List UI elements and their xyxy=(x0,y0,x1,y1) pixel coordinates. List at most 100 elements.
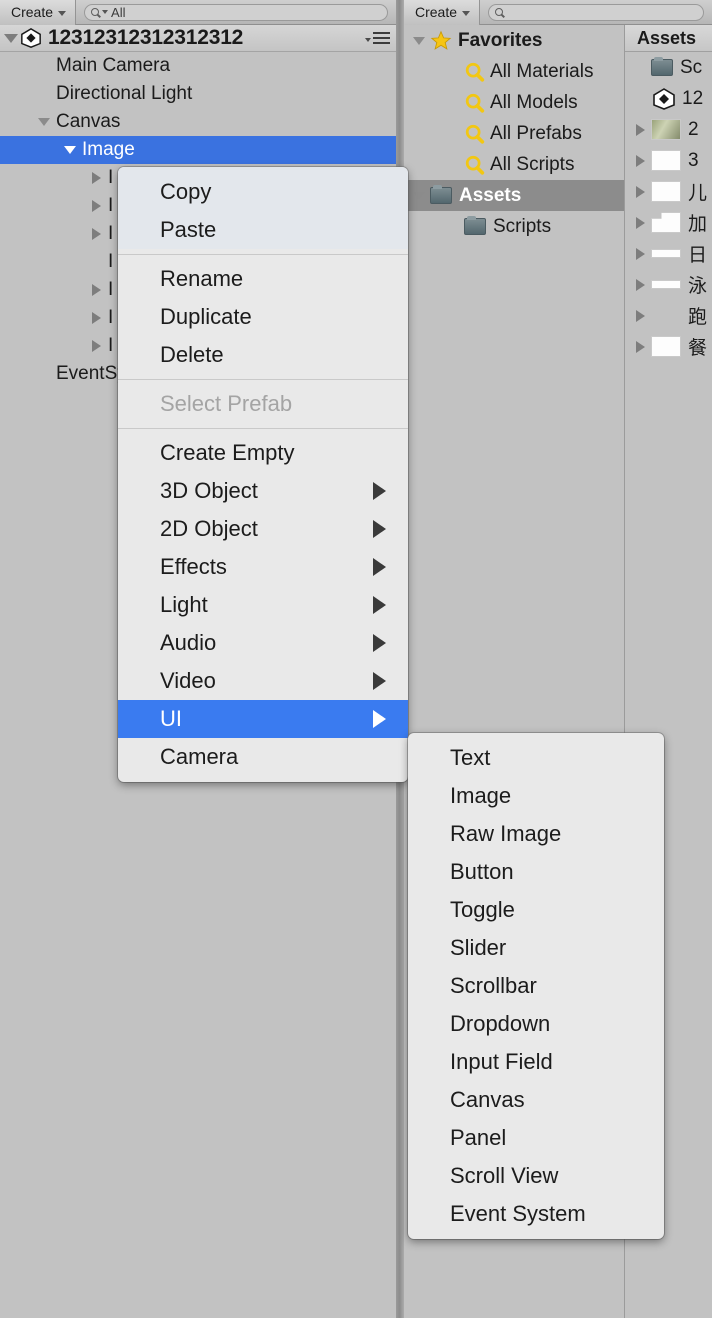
menu-item-label: 2D Object xyxy=(160,516,258,541)
asset-row[interactable]: 泳 xyxy=(625,269,712,300)
sprite-thumbnail-icon xyxy=(651,249,681,258)
ui-submenu-item-label: Dropdown xyxy=(450,1011,551,1036)
expand-triangle-right-icon[interactable] xyxy=(629,309,651,322)
expand-triangle-right-icon[interactable] xyxy=(84,284,108,296)
menu-item[interactable]: Create Empty xyxy=(118,434,408,472)
hierarchy-row-label: Main Camera xyxy=(56,55,171,76)
hierarchy-search-input[interactable]: All xyxy=(84,3,388,21)
hierarchy-row[interactable]: Canvas xyxy=(0,108,396,136)
scene-header-row[interactable]: 12312312312312312 xyxy=(0,25,396,52)
menu-item[interactable]: 2D Object xyxy=(118,510,408,548)
ui-submenu-item[interactable]: Slider xyxy=(408,929,664,967)
expand-triangle-right-icon[interactable] xyxy=(629,340,651,353)
project-tree-row[interactable]: Favorites xyxy=(404,25,624,56)
ui-submenu-item[interactable]: Scroll View xyxy=(408,1157,664,1195)
expand-triangle-right-icon[interactable] xyxy=(629,154,651,167)
menu-item[interactable]: Paste xyxy=(118,211,408,249)
asset-row-label: 泳 xyxy=(688,276,708,297)
asset-row[interactable]: 加 xyxy=(625,207,712,238)
search-icon xyxy=(91,8,100,16)
asset-row[interactable]: 日 xyxy=(625,238,712,269)
ui-submenu-item[interactable]: Button xyxy=(408,853,664,891)
expand-triangle-right-icon[interactable] xyxy=(84,172,108,184)
expand-triangle-down-icon[interactable] xyxy=(408,191,430,200)
menu-item[interactable]: Camera xyxy=(118,738,408,776)
ui-submenu-item[interactable]: Panel xyxy=(408,1119,664,1157)
sprite-thumbnail-icon xyxy=(651,150,681,171)
ui-submenu-item[interactable]: Event System xyxy=(408,1195,664,1233)
asset-row[interactable]: Sc xyxy=(625,52,712,83)
ui-submenu-item[interactable]: Toggle xyxy=(408,891,664,929)
submenu-arrow-icon xyxy=(373,520,386,538)
hierarchy-create-button[interactable]: Create xyxy=(0,0,77,25)
expand-triangle-right-icon[interactable] xyxy=(629,278,651,291)
sprite-thumbnail-icon xyxy=(651,181,681,202)
asset-row[interactable]: 跑 xyxy=(625,300,712,331)
expand-triangle-right-icon[interactable] xyxy=(629,216,651,229)
ui-submenu-item-label: Event System xyxy=(450,1201,586,1226)
menu-item-label: Camera xyxy=(160,744,239,769)
asset-row[interactable]: 12 xyxy=(625,83,712,114)
project-tree-row[interactable]: All Scripts xyxy=(404,149,624,180)
expand-triangle-right-icon[interactable] xyxy=(629,123,651,136)
asset-row[interactable]: 3 xyxy=(625,145,712,176)
expand-triangle-down-icon[interactable] xyxy=(32,118,56,126)
menu-item[interactable]: 3D Object xyxy=(118,472,408,510)
asset-row-label: 餐 xyxy=(688,338,708,359)
menu-item[interactable]: Duplicate xyxy=(118,298,408,336)
expand-triangle-right-icon[interactable] xyxy=(629,247,651,260)
project-tree-row[interactable]: Scripts xyxy=(404,211,624,242)
ui-submenu: Text Image Raw Image Button Toggle Slider Scro… xyxy=(408,733,664,1239)
assets-tab[interactable]: Assets xyxy=(625,25,712,52)
folder-icon xyxy=(464,216,486,235)
ui-submenu-item[interactable]: Canvas xyxy=(408,1081,664,1119)
expand-triangle-right-icon[interactable] xyxy=(84,312,108,324)
project-tree-row[interactable]: Assets xyxy=(404,180,624,211)
expand-triangle-down-icon[interactable] xyxy=(408,36,430,45)
menu-group: Select Prefab xyxy=(118,385,408,423)
menu-item[interactable]: Audio xyxy=(118,624,408,662)
expand-triangle-right-icon[interactable] xyxy=(84,200,108,212)
menu-item-label: Paste xyxy=(160,217,217,242)
expand-triangle-right-icon[interactable] xyxy=(84,228,108,240)
hierarchy-row-label: I xyxy=(108,335,114,356)
ui-submenu-item[interactable]: Scrollbar xyxy=(408,967,664,1005)
hierarchy-row[interactable]: Image xyxy=(0,136,396,164)
project-search-input[interactable] xyxy=(488,3,704,21)
ui-submenu-item[interactable]: Raw Image xyxy=(408,815,664,853)
menu-item[interactable]: UI xyxy=(118,700,408,738)
ui-submenu-item[interactable]: Image xyxy=(408,777,664,815)
project-tree-row[interactable]: All Materials xyxy=(404,56,624,87)
hierarchy-panel-menu-button[interactable] xyxy=(365,32,390,47)
ui-submenu-item[interactable]: Text xyxy=(408,739,664,777)
expand-triangle-right-icon[interactable] xyxy=(84,340,108,352)
ui-submenu-item-label: Text xyxy=(450,745,491,770)
sprite-thumbnail-icon xyxy=(651,212,681,233)
menu-item[interactable]: Rename xyxy=(118,260,408,298)
menu-item[interactable]: Video xyxy=(118,662,408,700)
menu-item[interactable]: Light xyxy=(118,586,408,624)
expand-triangle-down-icon[interactable] xyxy=(58,146,82,154)
project-tree-row[interactable]: All Models xyxy=(404,87,624,118)
menu-separator xyxy=(118,428,408,429)
project-create-button[interactable]: Create xyxy=(404,0,481,25)
menu-item[interactable]: Delete xyxy=(118,336,408,374)
menu-item[interactable]: Copy xyxy=(118,173,408,211)
hierarchy-row[interactable]: Directional Light xyxy=(0,80,396,108)
unity-scene-icon xyxy=(651,87,677,111)
menu-group: Copy Paste xyxy=(118,167,408,249)
ui-submenu-item[interactable]: Input Field xyxy=(408,1043,664,1081)
star-icon xyxy=(430,30,452,51)
submenu-arrow-icon xyxy=(373,558,386,576)
menu-group: Create Empty 3D Object 2D Object Effects Lig… xyxy=(118,434,408,776)
ui-submenu-item[interactable]: Dropdown xyxy=(408,1005,664,1043)
asset-row[interactable]: 餐 xyxy=(625,331,712,362)
project-tree-row-label: Favorites xyxy=(458,29,543,51)
project-tree-row[interactable]: All Prefabs xyxy=(404,118,624,149)
hierarchy-row[interactable]: Main Camera xyxy=(0,52,396,80)
menu-item[interactable]: Effects xyxy=(118,548,408,586)
asset-row[interactable]: 2 xyxy=(625,114,712,145)
expand-triangle-right-icon[interactable] xyxy=(629,185,651,198)
scene-expand-triangle-icon[interactable] xyxy=(4,33,18,43)
asset-row[interactable]: 儿 xyxy=(625,176,712,207)
